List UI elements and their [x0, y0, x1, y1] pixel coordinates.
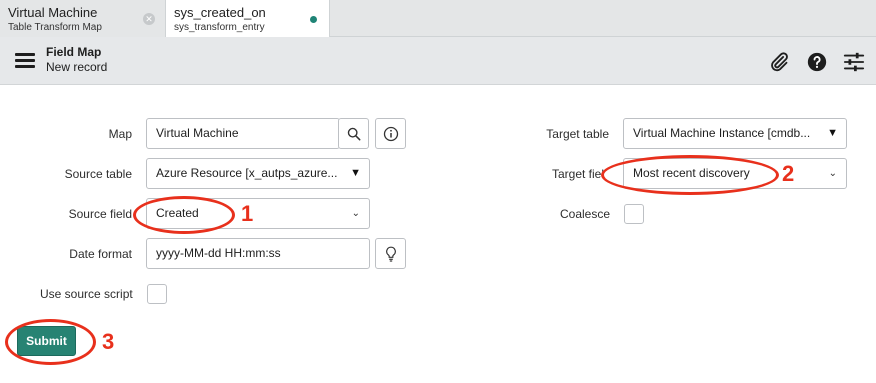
page-subtitle: New record: [46, 60, 108, 74]
lightbulb-icon: [386, 246, 396, 262]
tab-sys-created-on[interactable]: sys_created_on sys_transform_entry: [166, 0, 330, 38]
date-format-field[interactable]: yyyy-MM-dd HH:mm:ss: [146, 238, 370, 269]
chevron-down-icon: ⌄: [351, 208, 360, 219]
use-source-script-label: Use source script: [40, 287, 133, 301]
target-table-label: Target table: [546, 127, 609, 141]
source-field-label: Source field: [68, 207, 132, 221]
map-info-button[interactable]: [375, 118, 406, 149]
source-table-select[interactable]: Azure Resource [x_autps_azure... ▼: [146, 158, 370, 189]
target-table-select[interactable]: Virtual Machine Instance [cmdb... ▼: [623, 118, 847, 149]
map-field[interactable]: Virtual Machine: [146, 118, 340, 149]
target-table-value: Virtual Machine Instance [cmdb...: [633, 126, 811, 140]
page-title: Field Map: [46, 45, 102, 59]
close-icon[interactable]: ✕: [143, 13, 155, 25]
date-format-hint-button[interactable]: [375, 238, 406, 269]
sliders-icon[interactable]: [843, 51, 865, 73]
tab-strip: Virtual Machine Table Transform Map ✕ sy…: [0, 0, 876, 38]
hamburger-icon[interactable]: [15, 53, 35, 69]
tab-title: sys_created_on: [174, 5, 266, 20]
annotation-circle-2: [601, 155, 779, 195]
paperclip-icon[interactable]: [768, 51, 790, 73]
tab-virtual-machine[interactable]: Virtual Machine Table Transform Map ✕: [0, 0, 166, 37]
coalesce-checkbox[interactable]: [624, 204, 644, 224]
dropdown-arrow-icon: ▼: [827, 127, 838, 139]
info-icon: [383, 126, 399, 142]
chevron-down-icon: ⌄: [828, 168, 837, 179]
annotation-number-1: 1: [241, 201, 254, 226]
tab-subtitle: Table Transform Map: [8, 22, 102, 33]
tab-title: Virtual Machine: [8, 5, 98, 20]
map-label: Map: [108, 127, 132, 141]
form-header: Field Map New record: [0, 37, 876, 85]
source-table-value: Azure Resource [x_autps_azure...: [156, 166, 338, 180]
tab-subtitle: sys_transform_entry: [174, 22, 265, 33]
annotation-number-3: 3: [102, 329, 115, 354]
date-format-label: Date format: [69, 247, 132, 261]
use-source-script-checkbox[interactable]: [147, 284, 167, 304]
help-icon[interactable]: [806, 51, 828, 73]
map-lookup-button[interactable]: [338, 118, 369, 149]
coalesce-label: Coalesce: [560, 207, 611, 221]
target-field-label: Target fiel: [551, 167, 604, 181]
dot-icon: [310, 16, 317, 23]
annotation-circle-1: [133, 196, 235, 234]
annotation-circle-3: [5, 319, 96, 365]
search-icon: [347, 127, 361, 141]
source-table-label: Source table: [64, 167, 132, 181]
dropdown-arrow-icon: ▼: [350, 167, 361, 179]
annotation-number-2: 2: [782, 161, 795, 186]
